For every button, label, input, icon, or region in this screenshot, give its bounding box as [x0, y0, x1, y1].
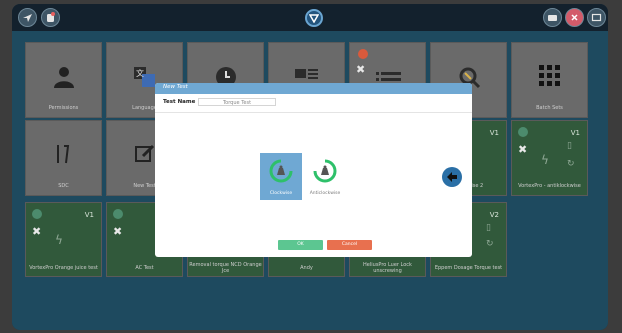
- tile-vortexpro-orange-juice[interactable]: ✖ V1 ϟ VortexPro Orange juice test: [25, 202, 102, 277]
- layers-icon[interactable]: [543, 8, 562, 27]
- tile-label: SDC: [58, 183, 69, 189]
- tile-label: Permissions: [48, 105, 79, 111]
- anticlockwise-icon: [313, 159, 337, 183]
- tile-label: Andy: [300, 265, 313, 271]
- test-name-label: Test Name: [163, 99, 196, 105]
- plane-icon[interactable]: [18, 8, 37, 27]
- edit-icon: [134, 144, 154, 162]
- version-badge: V2: [489, 211, 499, 219]
- user-icon: [53, 67, 74, 88]
- search-badge-icon: [113, 209, 123, 219]
- back-arrow-icon[interactable]: [442, 167, 462, 187]
- search-badge-icon: [32, 209, 42, 219]
- app-window: Permissions 文 Language ✖ s Batch Sets: [12, 4, 608, 330]
- tools-icon: ✖: [356, 63, 366, 76]
- search-badge-icon: [518, 127, 528, 137]
- tile-label: AC Test: [135, 265, 154, 271]
- tile-permissions[interactable]: Permissions: [25, 42, 102, 118]
- tools-icon: ✖: [518, 143, 528, 156]
- new-test-dialog: New Test Test Name Torque Test Clockwise…: [155, 83, 472, 257]
- dialog-header: New Test: [155, 83, 472, 94]
- tile-batch-sets[interactable]: Batch Sets: [511, 42, 588, 118]
- tile-vortexpro-antiklockwise[interactable]: ✖ V1 ϟ ▯ ↻ VortexPro - antiklockwise: [511, 120, 588, 196]
- tile-label: Eppem Dosage Torque test: [434, 265, 503, 271]
- option-anticlockwise[interactable]: Anticlockwise: [304, 153, 346, 200]
- tile-label: HeliusPro Luer Lock unscrewing: [363, 262, 412, 274]
- dialog-title: New Test: [163, 84, 188, 90]
- svg-text:文: 文: [136, 68, 144, 78]
- v-logo-icon[interactable]: [305, 9, 323, 27]
- clockwise-icon: [269, 159, 293, 183]
- grid-icon: [538, 65, 560, 86]
- ok-button[interactable]: OK: [278, 240, 323, 250]
- option-label: Clockwise: [269, 191, 293, 196]
- option-label: Anticlockwise: [309, 191, 341, 196]
- test-name-input[interactable]: Torque Test: [198, 98, 276, 106]
- top-bar: [12, 4, 608, 31]
- tile-sdc[interactable]: SDC: [25, 120, 102, 196]
- rotate-icon: ↻: [567, 159, 575, 169]
- language-icon: 文: [133, 67, 155, 87]
- bottle-icon: ▯: [486, 223, 491, 233]
- screen-icon[interactable]: [587, 8, 606, 27]
- image-text-icon: [294, 69, 318, 79]
- bolt-icon: ϟ: [55, 233, 63, 247]
- bottle-icon: ▯: [567, 141, 572, 151]
- tools-icon: ✖: [32, 225, 42, 238]
- option-clockwise[interactable]: Clockwise: [260, 153, 302, 200]
- alert-icon: [358, 49, 368, 59]
- tile-label: VortexPro - antiklockwise: [518, 183, 581, 189]
- tile-label: Batch Sets: [536, 105, 563, 111]
- divider: [155, 112, 472, 113]
- tile-label: Removal torque NCD Orange Jce: [189, 262, 262, 274]
- version-badge: V1: [84, 211, 94, 219]
- version-badge: V1: [489, 129, 499, 137]
- tile-label: VortexPro Orange juice test: [29, 265, 98, 271]
- bolt-icon: ϟ: [541, 153, 549, 167]
- database-icon[interactable]: [41, 8, 60, 27]
- close-circle-icon[interactable]: [565, 8, 584, 27]
- sdc-icon: [56, 145, 69, 164]
- rotate-icon: ↻: [486, 239, 494, 249]
- tools-icon: ✖: [113, 225, 123, 238]
- cancel-button[interactable]: Cancel: [327, 240, 372, 250]
- version-badge: V1: [570, 129, 580, 137]
